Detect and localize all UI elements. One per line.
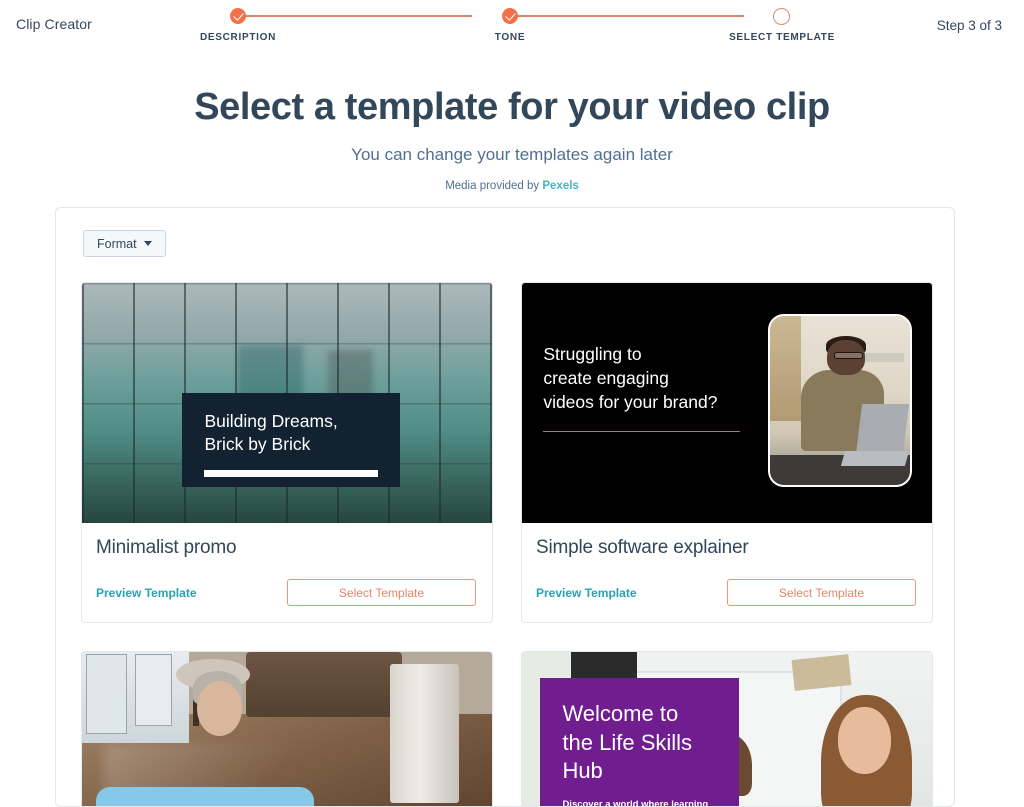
thumbnail-caption-box: Welcome to the Life Skills Hub Discover … <box>540 678 740 807</box>
caption-underline-bar <box>204 469 378 477</box>
room-window <box>135 654 173 727</box>
step-label-tone: TONE <box>494 32 526 43</box>
thumbnail-caption-text: Path to Inner Peace: A Guide to Better M… <box>114 803 295 806</box>
thumbnail-caption-box: Building Dreams, Brick by Brick <box>182 393 400 487</box>
select-template-button[interactable]: Select Template <box>287 579 476 606</box>
page-title: Select a template for your video clip <box>194 86 830 128</box>
stepper-track-2 <box>510 15 744 17</box>
media-credit-text: Media provided by <box>445 180 543 192</box>
app-title: Clip Creator <box>16 16 92 32</box>
template-card[interactable]: Building Dreams, Brick by Brick Minimali… <box>81 282 493 623</box>
progress-stepper: DESCRIPTION TONE SELECT TEMPLATE <box>199 8 834 48</box>
thumbnail-inset-photo <box>768 314 912 487</box>
template-card[interactable]: Welcome to the Life Skills Hub Discover … <box>521 651 933 807</box>
thumbnail-caption-box: Struggling to create engaging videos for… <box>543 343 769 433</box>
template-panel: Format Building Dreams, Brick by Brick M <box>55 207 955 807</box>
stepper-track-1 <box>238 15 472 17</box>
room-pillar <box>389 664 460 804</box>
template-card[interactable]: Path to Inner Peace: A Guide to Better M… <box>81 651 493 806</box>
step-label-select-template: SELECT TEMPLATE <box>729 32 835 43</box>
pexels-link[interactable]: Pexels <box>542 180 578 192</box>
format-dropdown-label: Format <box>97 236 137 251</box>
room-sofa <box>246 652 402 717</box>
thumbnail-image-living-room <box>82 652 492 806</box>
template-card[interactable]: Struggling to create engaging videos for… <box>521 282 933 623</box>
card-body: Minimalist promo Preview Template Select… <box>82 523 492 622</box>
template-thumbnail[interactable]: Struggling to create engaging videos for… <box>522 283 932 523</box>
thumbnail-caption-text: Struggling to create engaging videos for… <box>543 344 718 412</box>
top-bar: Clip Creator DESCRIPTION TONE SELECT TEM… <box>0 0 1024 52</box>
step-counter: Step 3 of 3 <box>936 18 1002 33</box>
thumbnail-caption-text: Building Dreams, Brick by Brick <box>204 411 338 455</box>
page-subtitle: You can change your templates again late… <box>351 145 673 164</box>
format-dropdown-button[interactable]: Format <box>83 230 166 257</box>
panel-toolbar: Format <box>56 208 954 257</box>
select-template-button[interactable]: Select Template <box>727 579 916 606</box>
template-thumbnail[interactable]: Path to Inner Peace: A Guide to Better M… <box>82 652 492 806</box>
card-actions: Preview Template Select Template <box>96 579 476 606</box>
photo-wall <box>770 316 801 421</box>
template-grid: Building Dreams, Brick by Brick Minimali… <box>56 257 954 807</box>
thumbnail-caption-text: Welcome to the Life Skills Hub <box>562 701 693 783</box>
step-node-tone[interactable] <box>502 8 518 24</box>
photo-laptop-base <box>840 451 909 467</box>
room-person-face <box>196 680 242 736</box>
card-title: Simple software explainer <box>536 537 749 558</box>
caption-underline-bar <box>543 430 741 433</box>
step-node-description[interactable] <box>230 8 246 24</box>
chevron-down-icon <box>143 241 152 246</box>
room-window <box>86 654 128 734</box>
photo-person-glasses <box>834 351 864 360</box>
step-node-select-template[interactable] <box>773 8 790 25</box>
step-label-description: DESCRIPTION <box>199 32 277 43</box>
card-title: Minimalist promo <box>96 537 237 558</box>
photo-shelf <box>862 353 904 362</box>
heading-block: Select a template for your video clip Yo… <box>0 86 1024 192</box>
office-box <box>791 653 852 691</box>
office-person-face <box>837 707 891 775</box>
card-actions: Preview Template Select Template <box>536 579 916 606</box>
preview-template-link[interactable]: Preview Template <box>536 586 637 600</box>
photo-laptop-lid <box>856 403 910 455</box>
template-thumbnail[interactable]: Building Dreams, Brick by Brick <box>82 283 492 523</box>
preview-template-link[interactable]: Preview Template <box>96 586 197 600</box>
thumbnail-caption-box: Path to Inner Peace: A Guide to Better M… <box>96 787 314 806</box>
card-body: Simple software explainer Preview Templa… <box>522 523 932 622</box>
media-credit: Media provided by Pexels <box>0 180 1024 192</box>
template-thumbnail[interactable]: Welcome to the Life Skills Hub Discover … <box>522 652 932 807</box>
thumbnail-caption-subtext: Discover a world where learning life ski… <box>562 798 709 807</box>
